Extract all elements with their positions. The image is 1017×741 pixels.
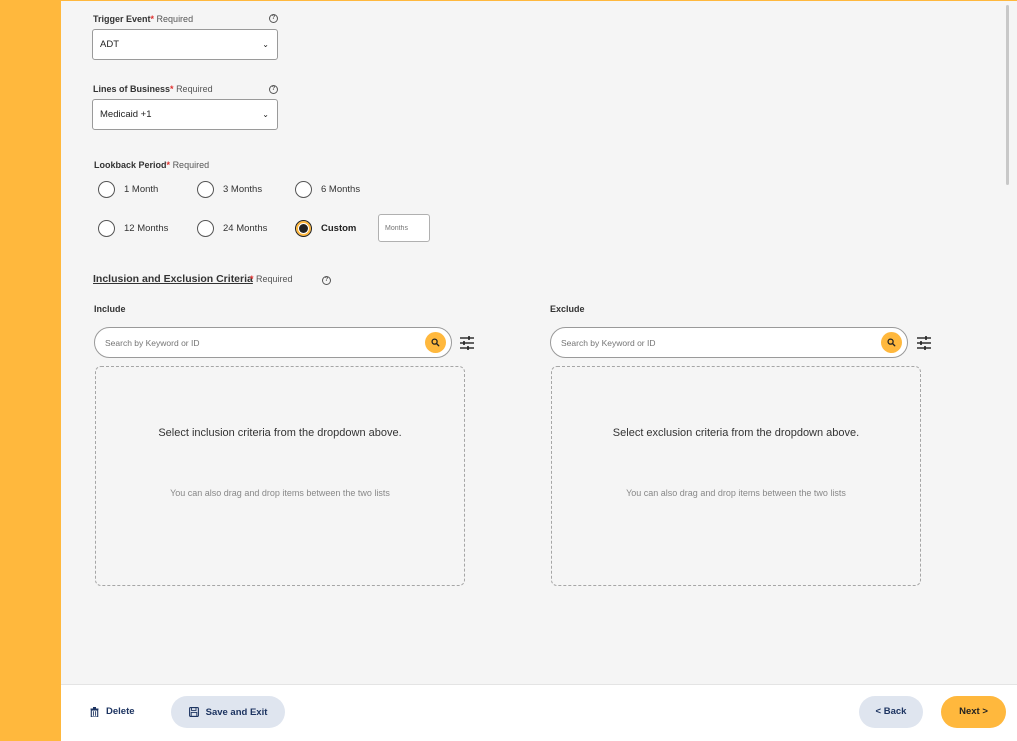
exclude-label: Exclude — [550, 304, 585, 314]
chevron-down-icon: ⌄ — [262, 110, 269, 119]
radio-3-months[interactable]: 3 Months — [197, 181, 262, 198]
include-dropzone[interactable]: Select inclusion criteria from the dropd… — [95, 366, 465, 586]
include-search-button[interactable] — [425, 332, 446, 353]
lines-of-business-value: Medicaid +1 — [100, 109, 152, 120]
save-disk-icon — [188, 707, 199, 717]
radio-custom[interactable]: Custom — [295, 220, 356, 237]
criteria-help-icon[interactable]: ? — [322, 276, 331, 285]
criteria-required: * Required — [250, 274, 293, 284]
filter-sliders-icon[interactable] — [458, 334, 476, 352]
search-icon — [431, 338, 440, 347]
left-rail — [0, 0, 61, 741]
radio-circle[interactable] — [98, 220, 115, 237]
back-button[interactable]: < Back — [859, 696, 923, 728]
exclude-dropzone[interactable]: Select exclusion criteria from the dropd… — [551, 366, 921, 586]
radio-circle[interactable] — [295, 181, 312, 198]
exclude-empty-message: Select exclusion criteria from the dropd… — [612, 427, 860, 439]
radio-circle[interactable] — [197, 181, 214, 198]
chevron-down-icon: ⌄ — [262, 40, 269, 49]
trigger-event-value: ADT — [100, 39, 119, 50]
include-drag-hint: You can also drag and drop items between… — [170, 488, 390, 498]
trash-icon — [90, 706, 99, 717]
trigger-event-help-icon[interactable]: ? — [269, 14, 278, 23]
form-main: Trigger Event* Required ? ADT ⌄ Lines of… — [61, 1, 1017, 684]
scrollbar[interactable] — [1006, 5, 1009, 185]
radio-circle-selected[interactable] — [295, 220, 312, 237]
include-empty-message: Select inclusion criteria from the dropd… — [158, 427, 402, 439]
footer-bar: Delete Save and Exit < Back Next > — [61, 684, 1017, 741]
custom-months-input[interactable] — [378, 214, 430, 242]
search-icon — [887, 338, 896, 347]
radio-1-month[interactable]: 1 Month — [98, 181, 158, 198]
next-button[interactable]: Next > — [941, 696, 1006, 728]
lines-of-business-select[interactable]: Medicaid +1 ⌄ — [92, 99, 278, 130]
criteria-section-title[interactable]: Inclusion and Exclusion Criteria — [93, 273, 253, 285]
trigger-event-select[interactable]: ADT ⌄ — [92, 29, 278, 60]
radio-24-months[interactable]: 24 Months — [197, 220, 267, 237]
radio-6-months[interactable]: 6 Months — [295, 181, 360, 198]
exclude-search-input[interactable] — [550, 327, 908, 358]
exclude-search-button[interactable] — [881, 332, 902, 353]
delete-button[interactable]: Delete — [90, 706, 135, 717]
filter-sliders-icon[interactable] — [915, 334, 933, 352]
include-search-input[interactable] — [94, 327, 452, 358]
lines-of-business-label: Lines of Business* Required — [93, 84, 213, 94]
exclude-drag-hint: You can also drag and drop items between… — [626, 488, 846, 498]
trigger-event-label: Trigger Event* Required — [93, 14, 194, 24]
include-label: Include — [94, 304, 126, 314]
radio-circle[interactable] — [197, 220, 214, 237]
radio-12-months[interactable]: 12 Months — [98, 220, 168, 237]
save-and-exit-button[interactable]: Save and Exit — [171, 696, 285, 728]
radio-circle[interactable] — [98, 181, 115, 198]
lookback-period-label: Lookback Period* Required — [94, 160, 210, 170]
lines-of-business-help-icon[interactable]: ? — [269, 85, 278, 94]
